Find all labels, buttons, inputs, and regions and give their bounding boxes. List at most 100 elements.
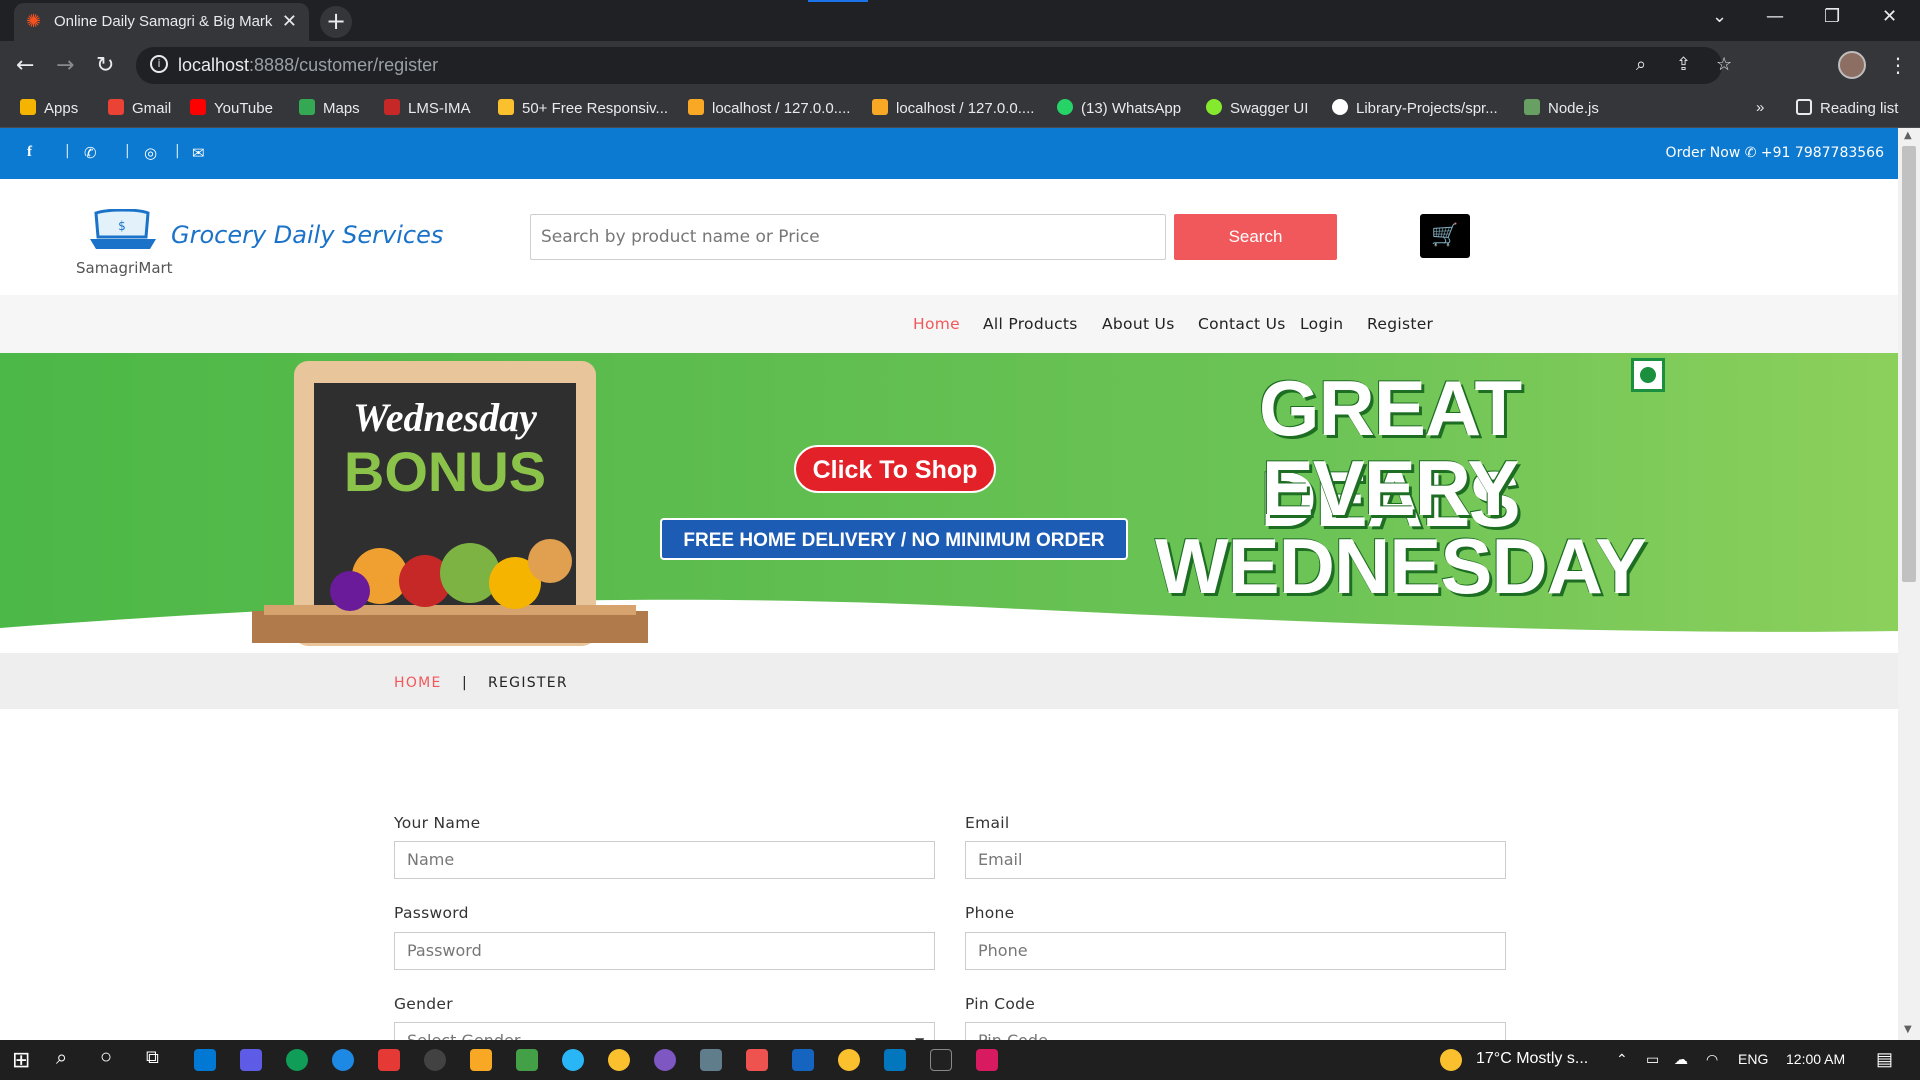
bookmarks-overflow-icon[interactable]: »: [1756, 99, 1764, 116]
product-search-input[interactable]: Search by product name or Price: [530, 214, 1166, 260]
phone-input[interactable]: Phone: [965, 932, 1506, 970]
search-button[interactable]: Search: [1174, 214, 1337, 260]
delivery-strip: FREE HOME DELIVERY / NO MINIMUM ORDER: [660, 518, 1128, 560]
vscode-icon[interactable]: [884, 1049, 906, 1071]
facebook-icon[interactable]: f: [27, 144, 32, 161]
mail-app-icon[interactable]: [194, 1049, 216, 1071]
breadcrumb-home[interactable]: HOME: [394, 675, 442, 691]
main-nav: Home All Products About Us Contact Us Lo…: [0, 295, 1898, 353]
onedrive-icon[interactable]: ☁: [1674, 1051, 1688, 1068]
wifi-icon[interactable]: ◠: [1706, 1051, 1718, 1068]
bookmark-maps[interactable]: Maps: [299, 99, 360, 117]
click-to-shop-button[interactable]: Click To Shop: [794, 445, 996, 493]
share-icon[interactable]: ⇪: [1676, 54, 1691, 75]
bookmark-lms[interactable]: LMS-IMA: [384, 99, 471, 117]
app-icon[interactable]: [332, 1049, 354, 1071]
scroll-up-icon[interactable]: ▲: [1904, 130, 1912, 141]
bookmark-localhost-1[interactable]: localhost / 127.0.0....: [688, 99, 850, 117]
gender-select[interactable]: Select Gender ▼: [394, 1022, 935, 1040]
task-view-icon[interactable]: ⧉: [146, 1047, 159, 1068]
email-input[interactable]: Email: [965, 841, 1506, 879]
language-indicator[interactable]: ENG: [1738, 1051, 1768, 1067]
nav-contact-us[interactable]: Contact Us: [1198, 315, 1286, 333]
password-input[interactable]: Password: [394, 932, 935, 970]
restore-icon[interactable]: ❐: [1824, 6, 1840, 27]
order-now[interactable]: Order Now ✆ +91 7987783566: [1666, 145, 1884, 161]
instagram-icon[interactable]: ◎: [144, 144, 157, 162]
bookmark-star-icon[interactable]: ☆: [1716, 54, 1732, 75]
nav-register[interactable]: Register: [1367, 315, 1433, 333]
terminal-icon[interactable]: [930, 1049, 952, 1071]
scroll-down-icon[interactable]: ▼: [1904, 1024, 1912, 1035]
scrollbar-thumb[interactable]: [1902, 146, 1916, 582]
weather-text[interactable]: 17°C Mostly s...: [1476, 1050, 1588, 1068]
gender-label: Gender: [394, 995, 453, 1013]
forward-icon[interactable]: →: [56, 53, 74, 78]
app-icon[interactable]: [654, 1049, 676, 1071]
logo-title[interactable]: Grocery Daily Services: [171, 221, 443, 249]
contact-topbar: f | ✆ | ◎ | ✉ Order Now ✆ +91 7987783566: [0, 128, 1898, 179]
edge-icon[interactable]: [286, 1049, 308, 1071]
bookmark-swagger[interactable]: Swagger UI: [1206, 99, 1308, 117]
cart-button[interactable]: 🛒: [1420, 214, 1470, 258]
app-icon[interactable]: [516, 1049, 538, 1071]
pincode-input[interactable]: Pin Code: [965, 1022, 1506, 1040]
file-explorer-icon[interactable]: [470, 1049, 492, 1071]
tab-close-icon[interactable]: ✕: [282, 11, 297, 32]
profile-avatar[interactable]: [1838, 51, 1866, 79]
dell-icon[interactable]: [424, 1049, 446, 1071]
bookmark-apps[interactable]: Apps: [20, 99, 78, 117]
url-text[interactable]: localhost:8888/customer/register: [178, 55, 438, 76]
mail-icon[interactable]: ✉: [192, 144, 205, 162]
chrome-active-icon[interactable]: [838, 1049, 860, 1071]
instagram-app-icon[interactable]: [976, 1049, 998, 1071]
reading-list[interactable]: Reading list: [1796, 99, 1898, 117]
bookmark-gmail[interactable]: Gmail: [108, 99, 171, 117]
tray-chevron-up-icon[interactable]: ⌃: [1616, 1051, 1628, 1068]
cortana-icon[interactable]: ○: [100, 1046, 112, 1069]
search-icon[interactable]: ⌕: [56, 1047, 67, 1070]
name-input[interactable]: Name: [394, 841, 935, 879]
clock[interactable]: 12:00 AM: [1786, 1051, 1845, 1067]
weather-icon[interactable]: [1440, 1049, 1462, 1071]
back-icon[interactable]: ←: [16, 53, 34, 78]
phone-icon: ✆: [1744, 145, 1757, 161]
window-close-icon[interactable]: ✕: [1882, 6, 1897, 27]
lms-icon: [384, 99, 400, 115]
wednesday-bonus-board-image: Wednesday BONUS: [252, 361, 648, 646]
nav-all-products[interactable]: All Products: [983, 315, 1078, 333]
whatsapp-icon[interactable]: ✆: [84, 144, 97, 162]
reload-icon[interactable]: ↻: [96, 53, 114, 78]
bookmark-youtube[interactable]: YouTube: [190, 99, 273, 117]
settings-icon[interactable]: [700, 1049, 722, 1071]
page-scrollbar[interactable]: ▲ ▼: [1898, 128, 1920, 1040]
nav-home[interactable]: Home: [913, 315, 960, 333]
chrome-icon[interactable]: [608, 1049, 630, 1071]
site-info-icon[interactable]: i: [150, 55, 168, 73]
tab-search-icon[interactable]: ⌄: [1712, 6, 1727, 27]
browser-menu-icon[interactable]: ⋮: [1888, 53, 1908, 77]
zoom-icon[interactable]: ⌕: [1636, 54, 1646, 75]
windows-start-icon[interactable]: ⊞: [12, 1047, 30, 1073]
omnibox[interactable]: i localhost:8888/customer/register ⌕ ⇪ ☆: [136, 47, 1732, 84]
bookmark-templates[interactable]: 50+ Free Responsiv...: [498, 99, 668, 117]
nav-login[interactable]: Login: [1300, 315, 1343, 333]
whatsapp-icon: [1057, 99, 1073, 115]
minimize-icon[interactable]: —: [1766, 6, 1784, 27]
meet-icon[interactable]: ▭: [1646, 1051, 1659, 1068]
promo-banner[interactable]: Wednesday BONUS Click To Shop FREE HOME …: [0, 353, 1898, 653]
bookmark-nodejs[interactable]: Node.js: [1524, 99, 1599, 117]
bookmark-whatsapp[interactable]: (13) WhatsApp: [1057, 99, 1181, 117]
new-tab-button[interactable]: +: [320, 6, 352, 38]
bookmark-github[interactable]: Library-Projects/spr...: [1332, 99, 1498, 117]
browser-tab-active[interactable]: ✺ Online Daily Samagri & Big Mark ✕: [14, 3, 309, 41]
bookmark-localhost-2[interactable]: localhost / 127.0.0....: [872, 99, 1034, 117]
logo-laptop-icon[interactable]: $: [88, 209, 158, 253]
app-icon[interactable]: [792, 1049, 814, 1071]
app-icon[interactable]: [378, 1049, 400, 1071]
telegram-icon[interactable]: [562, 1049, 584, 1071]
app-icon[interactable]: [746, 1049, 768, 1071]
notifications-icon[interactable]: ▤: [1876, 1049, 1893, 1070]
app-icon[interactable]: [240, 1049, 262, 1071]
nav-about-us[interactable]: About Us: [1102, 315, 1175, 333]
